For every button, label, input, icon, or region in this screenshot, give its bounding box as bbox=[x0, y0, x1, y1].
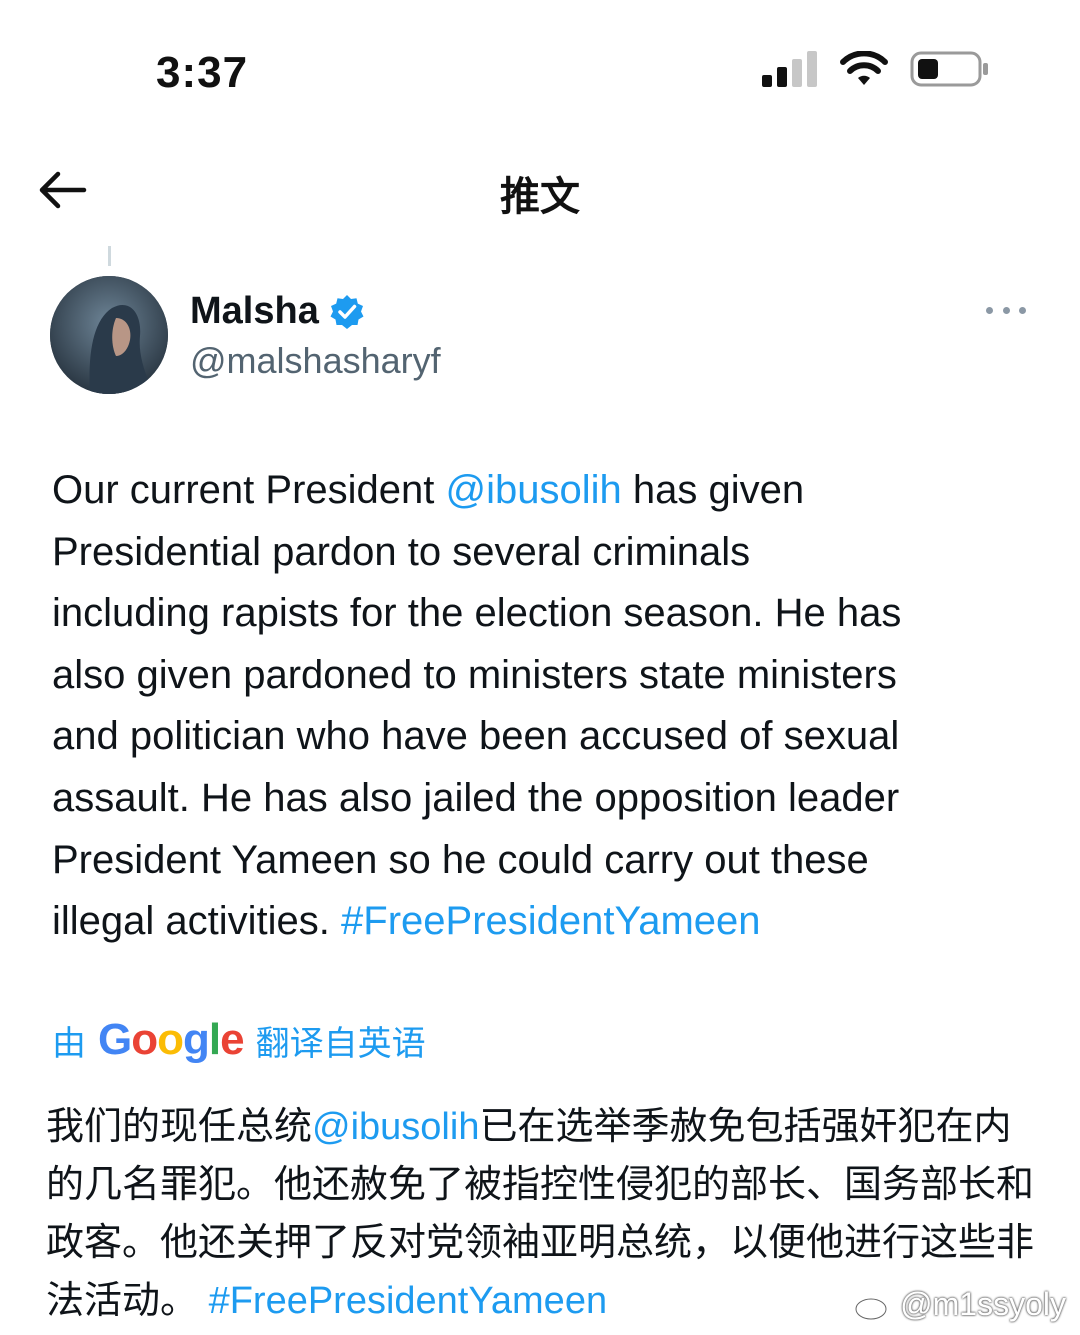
google-letter: o bbox=[157, 1015, 184, 1064]
watermark-text: @m1ssyoly bbox=[900, 1286, 1066, 1322]
translated-mention-link[interactable]: @ibusolih bbox=[312, 1106, 479, 1148]
thread-line bbox=[108, 246, 111, 266]
translated-text-part: 我们的现任总统 bbox=[46, 1106, 313, 1148]
mention-link[interactable]: @ibusolih bbox=[446, 468, 622, 512]
translation-attribution[interactable]: 由 Google 翻译自英语 bbox=[52, 1010, 426, 1070]
weibo-icon bbox=[854, 1291, 892, 1320]
watermark: @m1ssyoly bbox=[854, 1286, 1066, 1323]
google-letter: o bbox=[131, 1015, 158, 1064]
translation-prefix: 由 bbox=[52, 1024, 86, 1063]
avatar[interactable] bbox=[50, 276, 168, 394]
more-icon-dot bbox=[1019, 306, 1026, 314]
battery-icon bbox=[910, 51, 988, 87]
page-title: 推文 bbox=[500, 175, 580, 219]
more-button[interactable] bbox=[986, 300, 1026, 320]
display-name[interactable]: Malsha bbox=[190, 290, 365, 333]
google-letter: G bbox=[98, 1015, 132, 1064]
status-bar: 3:37 bbox=[0, 0, 1080, 140]
status-time: 3:37 bbox=[156, 48, 249, 97]
hashtag-link[interactable]: #FreePresidentYameen bbox=[341, 899, 761, 943]
google-letter: g bbox=[183, 1015, 210, 1064]
google-letter: l bbox=[208, 1015, 221, 1064]
more-icon-dot bbox=[1002, 306, 1010, 314]
wifi-icon bbox=[840, 51, 888, 85]
tweet-text-part: has given Presidential pardon to several… bbox=[52, 468, 902, 944]
header: 推文 bbox=[0, 140, 1080, 240]
avatar-image bbox=[50, 276, 168, 394]
tweet-text: Our current President @ibusolih has give… bbox=[52, 460, 1042, 953]
translated-hashtag-link[interactable]: #FreePresidentYameen bbox=[209, 1280, 608, 1322]
google-letter: e bbox=[220, 1015, 245, 1064]
tweet-text-part: Our current President bbox=[52, 468, 446, 512]
status-icons bbox=[762, 50, 990, 88]
display-name-text: Malsha bbox=[190, 290, 319, 332]
more-icon bbox=[986, 306, 993, 314]
google-logo: Google bbox=[98, 1015, 245, 1065]
user-handle[interactable]: @malshasharyf bbox=[190, 340, 441, 382]
verified-badge-icon bbox=[330, 294, 364, 329]
translation-suffix: 翻译自英语 bbox=[255, 1024, 426, 1063]
signal-icon bbox=[762, 51, 817, 87]
